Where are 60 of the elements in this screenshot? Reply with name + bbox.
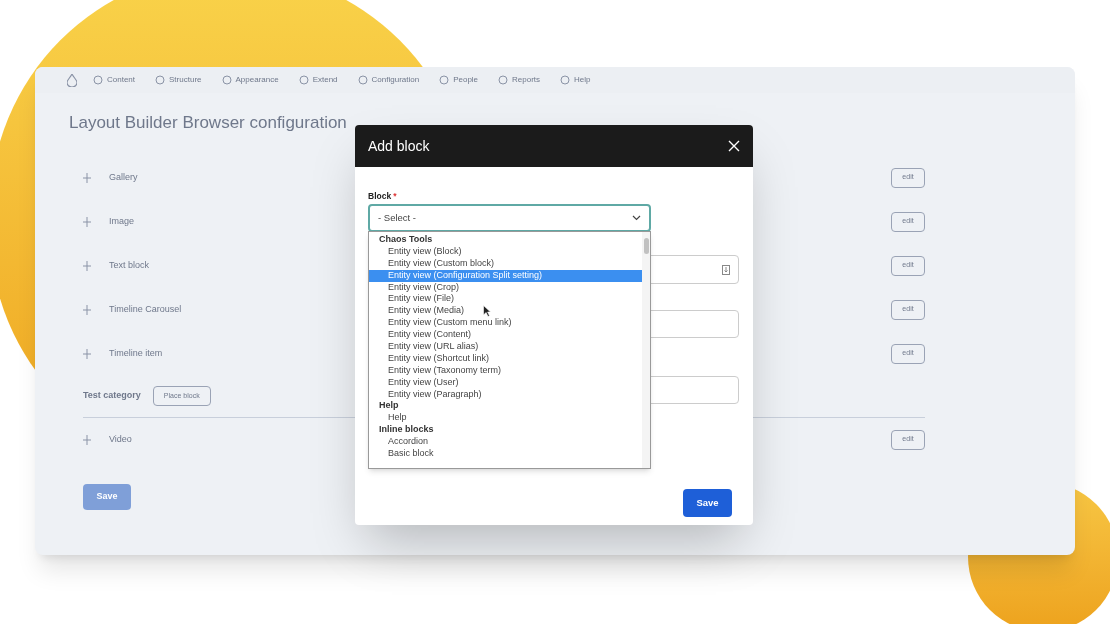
dropdown-option[interactable]: Entity view (User)	[369, 376, 642, 389]
field-label-text: Block	[368, 191, 392, 201]
nav-link[interactable]: People	[453, 74, 479, 86]
dropdown-option[interactable]: Accordion	[369, 436, 642, 449]
nav-link[interactable]: Appearance	[235, 74, 279, 86]
required-marker: *	[393, 191, 397, 201]
nav-link[interactable]: Content	[107, 74, 136, 86]
mouse-pointer-icon	[483, 305, 491, 317]
drag-handle-icon[interactable]	[83, 434, 91, 445]
dropdown-option[interactable]: Entity view (Content)	[369, 329, 642, 341]
nav-icon	[155, 75, 166, 85]
dropdown-option[interactable]: Entity view (Configuration Split setting)	[369, 269, 642, 282]
scrollbar[interactable]	[642, 232, 650, 468]
page-title: Layout Builder Browser configuration	[69, 112, 348, 134]
dropdown-option[interactable]: Basic block	[369, 448, 642, 460]
nav-icon	[93, 75, 103, 85]
block-name: Text block	[109, 258, 150, 272]
dialog-title: Add block	[368, 136, 430, 156]
save-button[interactable]: Save	[683, 489, 732, 517]
list-icon	[722, 264, 730, 275]
nav-icon	[357, 75, 368, 85]
block-name: Image	[109, 214, 134, 228]
dropdown-option[interactable]: Entity view (Custom menu link)	[369, 317, 642, 330]
close-icon[interactable]	[728, 140, 740, 152]
dropdown-option[interactable]: Entity view (Crop)	[369, 281, 642, 294]
dropdown-option[interactable]: Help	[369, 412, 642, 425]
block-name: Timeline item	[109, 346, 163, 360]
drag-handle-icon[interactable]	[83, 304, 91, 315]
nav-icon	[498, 75, 509, 85]
nav-link[interactable]: Extend	[312, 74, 338, 86]
drag-handle-icon[interactable]	[83, 216, 91, 227]
nav-link[interactable]: Reports	[512, 74, 541, 86]
nav-link[interactable]: Structure	[169, 74, 202, 86]
block-name: Video	[109, 432, 132, 446]
nav-link[interactable]: Configuration	[371, 74, 420, 86]
nav-icon	[298, 75, 309, 85]
dropdown-option[interactable]: Entity view (Block)	[369, 245, 642, 258]
option-group-label: Inline blocks	[378, 424, 435, 437]
chevron-down-icon	[632, 215, 641, 221]
dropdown-option[interactable]: Entity view (Shortcut link)	[369, 352, 642, 365]
block-name: Gallery	[109, 170, 138, 184]
dropdown-option[interactable]: Entity view (Media)	[369, 305, 642, 318]
option-group-label: Help	[378, 400, 400, 413]
dropdown-option[interactable]: Entity view (Taxonomy term)	[369, 364, 642, 377]
block-name: Timeline Carousel	[109, 302, 182, 316]
dropdown-option[interactable]: Entity view (Paragraph)	[369, 388, 642, 401]
drag-handle-icon[interactable]	[83, 348, 91, 359]
drop-logo-icon	[67, 73, 77, 87]
dropdown-option[interactable]: Entity view (File)	[369, 293, 642, 306]
category-heading: Test category	[83, 389, 141, 403]
dropdown-option[interactable]: Entity view (URL alias)	[369, 341, 642, 353]
nav-icon	[439, 75, 450, 85]
nav-link[interactable]: Help	[574, 74, 591, 86]
dropdown-option[interactable]: Entity view (Custom block)	[369, 257, 642, 270]
drag-handle-icon[interactable]	[83, 172, 91, 183]
drag-handle-icon[interactable]	[83, 260, 91, 271]
nav-icon	[560, 75, 571, 85]
scrollbar-thumb[interactable]	[643, 238, 649, 254]
option-group-label: Chaos Tools	[378, 234, 434, 246]
nav-icon	[221, 75, 232, 85]
